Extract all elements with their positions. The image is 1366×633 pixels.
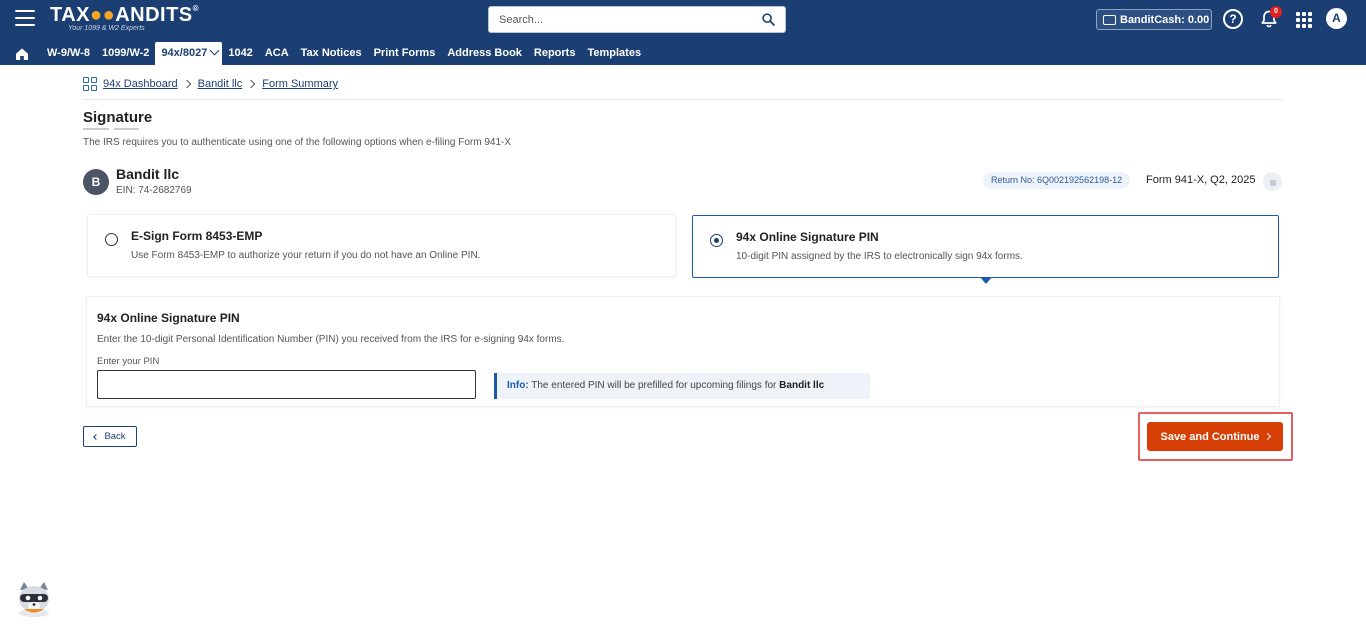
breadcrumb: 94x Dashboard Bandit llc Form Summary: [83, 77, 338, 91]
divider: [83, 99, 1283, 100]
nav-reports[interactable]: Reports: [528, 42, 582, 65]
pin-panel: 94x Online Signature PIN Enter the 10-di…: [86, 296, 1280, 407]
nav-templates[interactable]: Templates: [581, 42, 647, 65]
radio-esign-8453-emp[interactable]: [105, 233, 118, 246]
info-box: Info: The entered PIN will be prefilled …: [494, 373, 870, 399]
search-input[interactable]: [489, 7, 739, 32]
nav-1042[interactable]: 1042: [222, 42, 258, 65]
apps-grid-icon[interactable]: [1296, 12, 1312, 28]
save-and-continue-button[interactable]: Save and Continue: [1147, 422, 1283, 451]
chevron-right-icon: [1263, 432, 1271, 441]
back-button-label: Back: [104, 431, 126, 442]
search-icon[interactable]: [762, 13, 775, 26]
bandit-cash-button[interactable]: BanditCash: 0.00: [1096, 9, 1212, 30]
option-title: 94x Online Signature PIN: [736, 230, 879, 244]
main-nav: W-9/W-8 1099/W-2 94x/8027 1042 ACA Tax N…: [0, 42, 647, 65]
option-title: E-Sign Form 8453-EMP: [131, 229, 263, 243]
breadcrumb-94x-dashboard[interactable]: 94x Dashboard: [103, 78, 178, 90]
back-button[interactable]: Back: [83, 426, 137, 447]
nav-aca[interactable]: ACA: [259, 42, 295, 65]
nav-print-forms[interactable]: Print Forms: [368, 42, 442, 65]
taxbandits-logo[interactable]: TAX●●ANDITS® Your 1099 & W2 Experts: [50, 4, 199, 32]
top-header: TAX●●ANDITS® Your 1099 & W2 Experts Band…: [0, 0, 1366, 65]
menu-icon[interactable]: [15, 10, 35, 26]
bandit-mascot-icon[interactable]: [14, 580, 54, 618]
form-chip-icon[interactable]: [1263, 172, 1282, 191]
page-subtitle: The IRS requires you to authenticate usi…: [83, 137, 512, 148]
business-avatar: B: [83, 169, 109, 195]
logo-text-right: ANDITS: [115, 4, 193, 26]
pin-input[interactable]: [97, 370, 476, 399]
save-button-label: Save and Continue: [1160, 430, 1260, 443]
return-number-badge: Return No: 6Q002192562198-12: [983, 172, 1131, 189]
pin-panel-description: Enter the 10-digit Personal Identificati…: [97, 334, 565, 345]
option-online-signature-pin[interactable]: 94x Online Signature PIN 10-digit PIN as…: [692, 215, 1279, 284]
dashboard-icon: [83, 77, 97, 91]
nav-w9-w8[interactable]: W-9/W-8: [41, 42, 96, 65]
logo-text-left: TAX: [50, 4, 91, 26]
chevron-right-icon: [247, 79, 256, 89]
option-esign-8453-emp[interactable]: E-Sign Form 8453-EMP Use Form 8453-EMP t…: [87, 214, 676, 277]
nav-94x-8027[interactable]: 94x/8027: [155, 42, 223, 65]
breadcrumb-business[interactable]: Bandit llc: [198, 78, 243, 90]
chevron-right-icon: [182, 79, 191, 89]
info-label: Info:: [507, 380, 529, 391]
nav-94x-8027-label: 94x/8027: [161, 47, 208, 59]
title-underline: [83, 128, 109, 130]
nav-address-book[interactable]: Address Book: [441, 42, 528, 65]
bandit-cash-label: BanditCash: 0.00: [1120, 13, 1210, 26]
title-underline: [114, 128, 139, 130]
notification-badge: 0: [1270, 6, 1282, 18]
pin-field-label: Enter your PIN: [97, 356, 160, 367]
breadcrumb-form-summary[interactable]: Form Summary: [262, 78, 338, 90]
search-box[interactable]: [488, 6, 786, 33]
business-ein: EIN: 74-2682769: [116, 185, 192, 196]
nav-1099-w2[interactable]: 1099/W-2: [96, 42, 155, 65]
chevron-down-icon: [209, 45, 220, 56]
home-icon[interactable]: [15, 47, 29, 61]
chevron-left-icon: [93, 433, 100, 440]
help-icon[interactable]: ?: [1223, 9, 1243, 29]
option-description: Use Form 8453-EMP to authorize your retu…: [131, 250, 481, 261]
cash-icon: [1103, 14, 1116, 25]
info-business: Bandit llc: [779, 380, 825, 391]
form-label: Form 941-X, Q2, 2025: [1146, 174, 1256, 186]
nav-tax-notices[interactable]: Tax Notices: [295, 42, 368, 65]
owl-logo-icon: ●●: [90, 4, 116, 26]
info-text: The entered PIN will be prefilled for up…: [531, 380, 777, 391]
option-description: 10-digit PIN assigned by the IRS to elec…: [736, 251, 1023, 262]
business-name: Bandit llc: [116, 166, 180, 182]
page-title: Signature: [83, 109, 153, 126]
user-avatar[interactable]: A: [1326, 8, 1347, 29]
logo-reg: ®: [192, 4, 200, 13]
pin-panel-title: 94x Online Signature PIN: [97, 311, 240, 325]
radio-online-signature-pin[interactable]: [710, 234, 723, 247]
